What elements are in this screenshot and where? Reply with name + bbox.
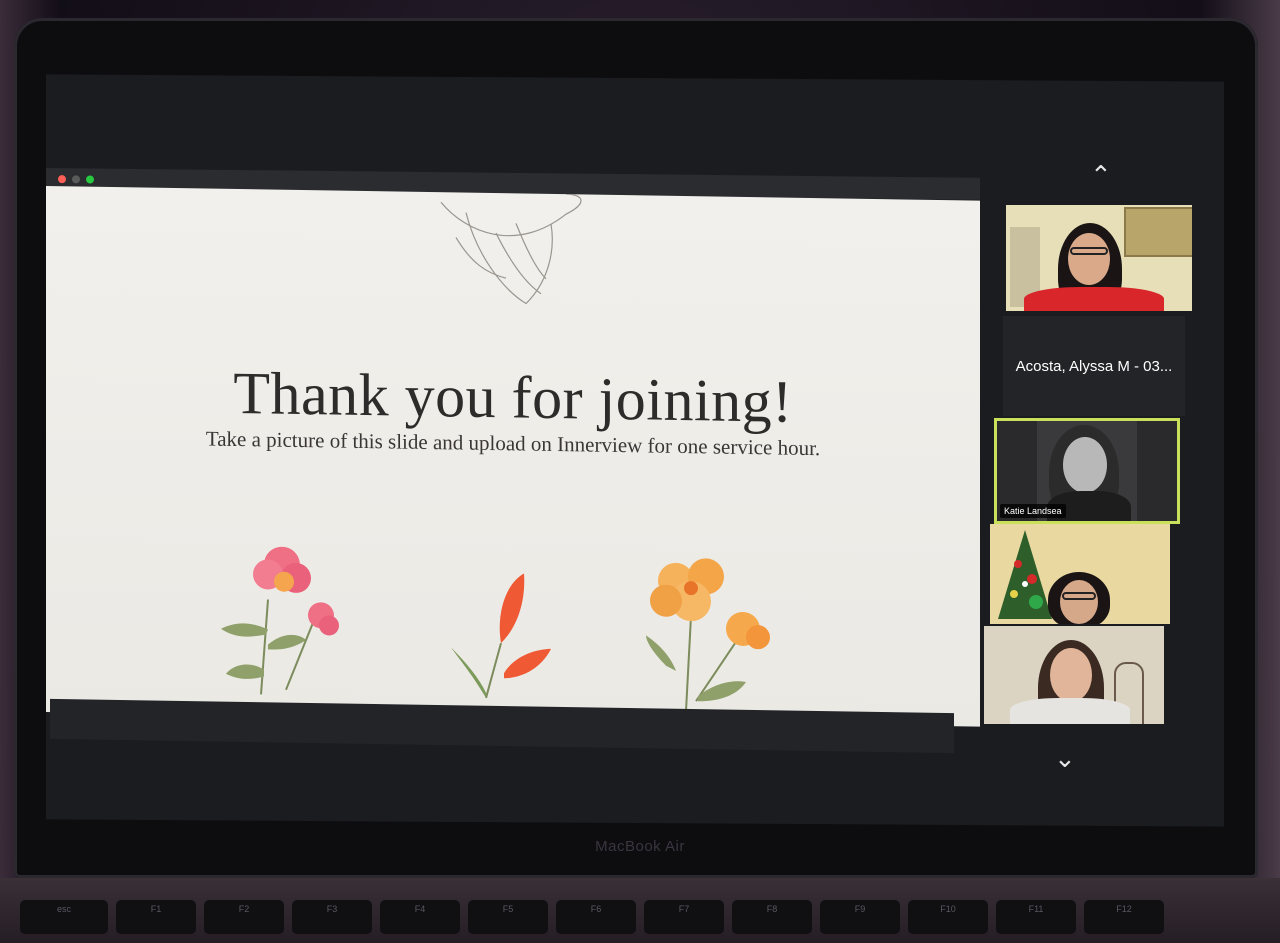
glasses-icon (1062, 592, 1096, 600)
key-f10[interactable]: F10 (908, 900, 988, 934)
chevron-up-icon[interactable]: ⌃ (1090, 162, 1112, 188)
key-f9[interactable]: F9 (820, 900, 900, 934)
pink-flower-icon (221, 546, 339, 695)
key-f3[interactable]: F3 (292, 900, 372, 934)
participant-face (1060, 580, 1098, 624)
red-leaf-icon (451, 573, 551, 699)
participant-name: Acosta, Alyssa M - 03... (1015, 357, 1173, 375)
laptop-brand-label: MacBook Air (595, 838, 685, 855)
participant-video-tile[interactable] (990, 524, 1170, 624)
participant-shirt (1010, 698, 1130, 724)
line-art-flower-icon (440, 193, 582, 305)
window-minimize-button[interactable] (72, 175, 80, 184)
participant-face (1063, 437, 1107, 493)
key-f4[interactable]: F4 (380, 900, 460, 934)
key-f11[interactable]: F11 (996, 900, 1076, 934)
participant-shirt (1024, 287, 1164, 311)
key-f6[interactable]: F6 (556, 900, 636, 934)
key-esc[interactable]: esc (20, 900, 108, 934)
key-f2[interactable]: F2 (204, 900, 284, 934)
function-key-row: esc F1 F2 F3 F4 F5 F6 F7 F8 F9 F10 F11 F… (20, 900, 1260, 943)
glasses-icon (1070, 247, 1108, 255)
participant-video-tile[interactable] (984, 626, 1164, 724)
participant-face (1050, 648, 1092, 702)
shared-slide: Thank you for joining! Take a picture of… (46, 186, 980, 727)
participant-face (1068, 233, 1110, 285)
key-f7[interactable]: F7 (644, 900, 724, 934)
key-f8[interactable]: F8 (732, 900, 812, 934)
participant-name: Katie Landsea (1000, 504, 1066, 518)
chevron-down-icon[interactable]: ⌃ (1054, 742, 1076, 772)
key-f5[interactable]: F5 (468, 900, 548, 934)
window-close-button[interactable] (58, 175, 66, 184)
active-speaker-tile[interactable]: Katie Landsea (994, 418, 1180, 524)
wall-picture (1124, 207, 1192, 257)
orange-flower-icon (646, 558, 770, 712)
key-f12[interactable]: F12 (1084, 900, 1164, 934)
participant-video-tile[interactable] (1006, 205, 1192, 311)
key-f1[interactable]: F1 (116, 900, 196, 934)
window-maximize-button[interactable] (86, 175, 94, 184)
participant-name-tile[interactable]: Acosta, Alyssa M - 03... (1003, 316, 1185, 416)
